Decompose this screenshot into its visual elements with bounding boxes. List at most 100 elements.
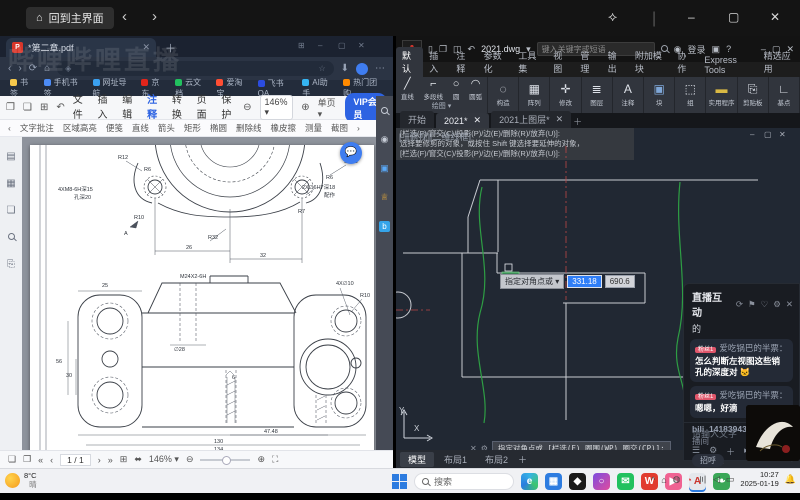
dark-app-icon[interactable]: ◆ bbox=[569, 473, 586, 490]
next-page-icon[interactable]: › bbox=[98, 455, 101, 465]
prev-page-icon[interactable]: ‹ bbox=[50, 455, 53, 465]
panel-block[interactable]: ▣ 块 bbox=[644, 77, 676, 113]
browser-extra-icon[interactable]: ⊞ bbox=[298, 41, 305, 50]
layout1-tab[interactable]: 布局1 bbox=[436, 452, 475, 467]
tab-addins[interactable]: 附加模块 bbox=[629, 47, 671, 77]
chat-add-icon[interactable]: ＋ bbox=[726, 445, 735, 458]
view-mode-icon[interactable]: ⊞ bbox=[120, 454, 128, 465]
bilibili-icon[interactable]: b bbox=[379, 221, 390, 232]
panel-basepoint[interactable]: ∟ 基点 bbox=[769, 77, 800, 113]
chat-message[interactable]: 粉丝1 爱吃锅巴的半票：怎么判断左视图这些销孔的深度对 🐱 bbox=[690, 339, 793, 382]
chat-popout-icon[interactable]: ⟳ bbox=[736, 299, 743, 310]
file-tab-2021[interactable]: 2021* ✕ bbox=[436, 113, 490, 128]
tab-toolsets[interactable]: 工具集 bbox=[512, 47, 547, 77]
fullscreen-icon[interactable]: ⛶ bbox=[272, 454, 278, 465]
battery-icon[interactable]: ▭ bbox=[726, 474, 735, 485]
notification-bell-icon[interactable]: 🔔 bbox=[785, 474, 796, 485]
volume-icon[interactable]: ◁ bbox=[713, 474, 720, 485]
new-layout-icon[interactable]: ＋ bbox=[518, 453, 527, 466]
file-tab-start[interactable]: 开始 bbox=[400, 111, 435, 128]
open-file-icon[interactable]: ❐ bbox=[6, 102, 15, 113]
close-button[interactable]: ✕ bbox=[770, 10, 780, 24]
print-icon[interactable]: ⊞ bbox=[40, 102, 48, 113]
chat-like-icon[interactable]: ♡ bbox=[761, 299, 769, 310]
panel-clipboard[interactable]: ⎘ 剪贴板 bbox=[738, 77, 769, 113]
profile-avatar[interactable] bbox=[356, 62, 368, 75]
panel-layers[interactable]: ≣ 图层 bbox=[582, 77, 613, 113]
browser-icon[interactable]: ○ bbox=[593, 473, 610, 490]
tool-text-note[interactable]: 文字批注 bbox=[20, 122, 54, 134]
arc-tool[interactable]: ◠ 圆弧 bbox=[469, 79, 482, 102]
chat-gear-icon[interactable]: ⚙ bbox=[709, 445, 717, 458]
save-icon[interactable]: ❏ bbox=[23, 102, 32, 113]
zoom-value[interactable]: 146% ▾ bbox=[149, 454, 179, 465]
zoom-level[interactable]: 146% ▾ bbox=[259, 95, 294, 120]
maximize-button[interactable]: ▢ bbox=[728, 10, 739, 24]
thumbnails-icon[interactable]: ▦ bbox=[6, 178, 15, 189]
tab-parametric[interactable]: 参数化 bbox=[478, 47, 513, 77]
tab-featured[interactable]: 精选应用 bbox=[758, 47, 800, 77]
first-page-icon[interactable]: « bbox=[38, 455, 43, 465]
viewport-restore-icon[interactable]: ▢ bbox=[764, 130, 772, 139]
zoom-slider[interactable] bbox=[200, 456, 251, 465]
file-tab-layers[interactable]: 2021上图层* ✕ bbox=[491, 111, 572, 128]
panel-array[interactable]: ▦ 阵列 bbox=[519, 77, 551, 113]
crown-icon[interactable]: ♕ bbox=[380, 192, 388, 203]
download-icon[interactable]: ⬇ bbox=[341, 63, 349, 74]
tool-arrow[interactable]: 箭头 bbox=[158, 122, 175, 134]
tab-view[interactable]: 视图 bbox=[547, 47, 574, 77]
search-icon[interactable] bbox=[7, 232, 15, 243]
tool-area-highlight[interactable]: 区域高亮 bbox=[63, 122, 97, 134]
dynamic-input-y[interactable]: 690.6 bbox=[604, 275, 635, 288]
viewport-min-icon[interactable]: – bbox=[750, 130, 754, 139]
undo-icon[interactable]: ↶ bbox=[56, 102, 64, 113]
tool-sticky-note[interactable]: 便笺 bbox=[106, 122, 123, 134]
line-tool[interactable]: ╱ 直线 bbox=[401, 79, 414, 102]
zoom-out-icon[interactable]: ⊖ bbox=[243, 102, 251, 113]
tool-line[interactable]: 直线 bbox=[132, 122, 149, 134]
fit-width-icon[interactable]: ⬌ bbox=[134, 454, 142, 465]
tool-measure[interactable]: 测量 bbox=[305, 122, 322, 134]
sidebar-search-icon[interactable] bbox=[381, 106, 388, 116]
wifi-icon[interactable]: 〣 bbox=[698, 473, 707, 486]
nav-forward-icon[interactable]: › bbox=[152, 8, 157, 25]
panel-annotation[interactable]: A 注释 bbox=[613, 77, 645, 113]
tab-express[interactable]: Express Tools bbox=[698, 53, 757, 77]
addr-back-icon[interactable]: ‹ bbox=[8, 63, 11, 74]
model-tab[interactable]: 模型 bbox=[400, 451, 435, 467]
panel-group[interactable]: ⬚ 组 bbox=[675, 77, 707, 113]
file-tab-new-icon[interactable]: ＋ bbox=[573, 115, 582, 128]
tray-mic-icon[interactable]: ◍ bbox=[673, 474, 681, 485]
store-icon[interactable]: ▦ bbox=[545, 473, 562, 490]
tray-security-icon[interactable]: ◔ bbox=[687, 475, 692, 485]
addr-forward-icon[interactable]: › bbox=[18, 63, 21, 74]
new-tab-button[interactable]: ＋ bbox=[165, 40, 176, 56]
page-mode-dropdown[interactable]: 单页 ▾ bbox=[318, 96, 338, 120]
tool-snapshot[interactable]: 截图 bbox=[331, 122, 348, 134]
tab-home[interactable]: 默认 bbox=[396, 47, 424, 77]
layout-double-icon[interactable]: ❐ bbox=[23, 454, 31, 465]
status-zoom-in-icon[interactable]: ⊕ bbox=[257, 454, 265, 465]
zoom-in-icon[interactable]: ⊕ bbox=[301, 102, 309, 113]
bookmark-star-icon[interactable]: ☆ bbox=[318, 64, 325, 73]
browser-min-icon[interactable]: – bbox=[318, 41, 322, 50]
polyline-tool[interactable]: ⌐ 多段线 bbox=[424, 79, 444, 102]
mail-icon[interactable]: ✉ bbox=[617, 473, 634, 490]
pin-icon[interactable]: ⟡ bbox=[608, 8, 617, 25]
tab-insert[interactable]: 插入 bbox=[423, 47, 450, 77]
nav-back-icon[interactable]: ‹ bbox=[122, 8, 127, 25]
tool-strikethrough[interactable]: 删除线 bbox=[236, 122, 262, 134]
clock[interactable]: 10:27 2025-01-19 bbox=[740, 470, 778, 488]
circle-tool[interactable]: ○ 圆 bbox=[453, 79, 460, 102]
tab-manage[interactable]: 管理 bbox=[574, 47, 601, 77]
layout2-tab[interactable]: 布局2 bbox=[477, 452, 516, 467]
edge-icon[interactable]: e bbox=[521, 473, 538, 490]
chat-list-icon[interactable]: ☰ bbox=[692, 445, 700, 458]
tool-eraser[interactable]: 橡皮擦 bbox=[270, 122, 296, 134]
addr-refresh-icon[interactable]: ⟳ bbox=[29, 63, 37, 74]
tab-annotate[interactable]: 注释 bbox=[450, 47, 477, 77]
assistant-float-button[interactable]: 💬 bbox=[340, 142, 362, 164]
panel-construct[interactable]: ◌ 构造 bbox=[488, 77, 520, 113]
back-to-main-button[interactable]: ⌂ 回到主界面 bbox=[26, 7, 114, 29]
tab-output[interactable]: 输出 bbox=[602, 47, 629, 77]
